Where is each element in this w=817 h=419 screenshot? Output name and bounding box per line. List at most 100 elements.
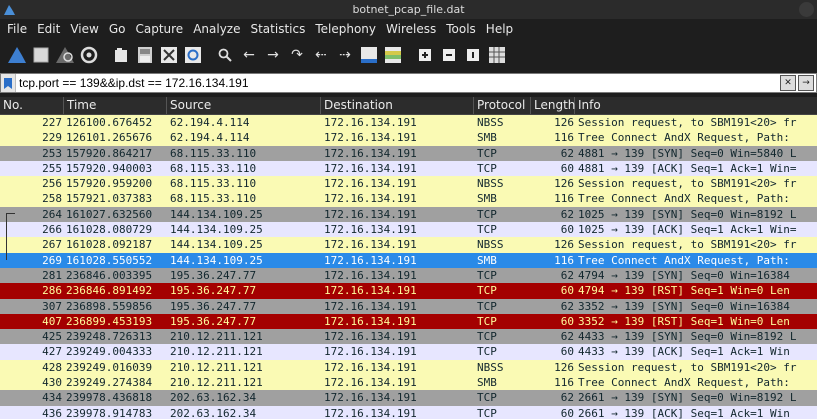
colorize-icon[interactable] xyxy=(382,44,404,66)
packet-proto-cell: TCP xyxy=(477,223,497,237)
packet-dst-cell: 172.16.134.191 xyxy=(324,391,417,405)
packet-dst-cell: 172.16.134.191 xyxy=(324,314,417,328)
packet-row[interactable]: 267 161028.092187 144.134.109.25 172.16.134… xyxy=(0,237,817,253)
packet-row[interactable]: 264 161027.632560 144.134.109.25 172.16.134… xyxy=(0,206,817,223)
close-file-icon[interactable] xyxy=(158,44,180,66)
packet-proto-cell: SMB xyxy=(477,376,497,390)
menu-analyze[interactable]: Analyze xyxy=(188,19,245,39)
zoom-out-icon[interactable] xyxy=(438,44,460,66)
menu-view[interactable]: View xyxy=(65,19,103,39)
packet-time-cell: 236846.003395 xyxy=(66,268,153,282)
packet-no-cell: 253 xyxy=(42,146,62,160)
packet-proto-cell: TCP xyxy=(477,391,497,405)
packet-dst-cell: 172.16.134.191 xyxy=(324,360,417,374)
packet-proto-cell: TCP xyxy=(477,406,497,419)
normal-size-icon[interactable] xyxy=(462,44,484,66)
packet-src-cell: 68.115.33.110 xyxy=(170,161,257,175)
go-back-icon[interactable]: ← xyxy=(238,44,260,66)
close-window-button[interactable] xyxy=(799,2,814,17)
packet-row[interactable]: 434 239978.436818 202.63.162.34 172.16.134.… xyxy=(0,390,817,406)
packet-src-cell: 195.36.247.77 xyxy=(170,299,257,313)
packet-row[interactable]: 407 236899.453193 195.36.247.77 172.16.134.… xyxy=(0,313,817,330)
stop-capture-icon[interactable] xyxy=(30,44,52,66)
go-forward-icon[interactable]: → xyxy=(262,44,284,66)
packet-row[interactable]: 286 236846.891492 195.36.247.77 172.16.134.… xyxy=(0,283,817,299)
packet-info-cell: 4794 → 139 [SYN] Seq=0 Win=16384 xyxy=(578,268,790,282)
packet-src-cell: 62.194.4.114 xyxy=(170,131,250,145)
packet-proto-cell: TCP xyxy=(477,161,497,175)
packet-time-cell: 161028.080729 xyxy=(66,223,153,237)
resize-columns-icon[interactable] xyxy=(486,44,508,66)
packet-info-cell: 4881 → 139 [SYN] Seq=0 Win=5840 L xyxy=(578,146,797,160)
packet-src-cell: 68.115.33.110 xyxy=(170,177,257,191)
menu-file[interactable]: File xyxy=(2,19,32,39)
menu-help[interactable]: Help xyxy=(481,19,518,39)
open-file-icon[interactable] xyxy=(110,44,132,66)
menu-edit[interactable]: Edit xyxy=(32,19,65,39)
start-capture-icon[interactable] xyxy=(6,44,28,66)
packet-time-cell: 161027.632560 xyxy=(66,207,153,221)
packet-row[interactable]: 256 157920.959200 68.115.33.110 172.16.134.… xyxy=(0,176,817,192)
zoom-in-icon[interactable] xyxy=(414,44,436,66)
column-header-time[interactable]: Time xyxy=(64,97,167,114)
packet-row[interactable]: 428 239249.016039 210.12.211.121 172.16.134… xyxy=(0,359,817,376)
column-header-length[interactable]: Length xyxy=(531,97,575,114)
packet-row[interactable]: 255 157920.940003 68.115.33.110 172.16.134.… xyxy=(0,160,817,177)
column-header-info[interactable]: Info xyxy=(575,97,817,114)
packet-row[interactable]: 269 161028.550552 144.134.109.25 172.16.134… xyxy=(0,252,817,268)
go-last-icon[interactable]: ⇢ xyxy=(334,44,356,66)
packet-row[interactable]: 436 239978.914783 202.63.162.34 172.16.134.… xyxy=(0,405,817,419)
reload-file-icon[interactable] xyxy=(182,44,204,66)
packet-row[interactable]: 425 239248.726313 210.12.211.121 172.16.134… xyxy=(0,329,817,345)
menu-tools[interactable]: Tools xyxy=(441,19,481,39)
column-header-destination[interactable]: Destination xyxy=(321,97,474,114)
packet-len-cell: 60 xyxy=(560,345,574,359)
go-first-icon[interactable]: ⇠ xyxy=(310,44,332,66)
packet-proto-cell: TCP xyxy=(477,345,497,359)
packet-proto-cell: TCP xyxy=(477,330,497,344)
packet-len-cell: 60 xyxy=(560,406,574,419)
auto-scroll-icon[interactable] xyxy=(358,44,380,66)
column-header-source[interactable]: Source xyxy=(167,97,321,114)
column-header-no[interactable]: No. xyxy=(0,97,64,114)
packet-src-cell: 195.36.247.77 xyxy=(170,268,257,282)
packet-proto-cell: NBSS xyxy=(477,177,504,191)
menu-capture[interactable]: Capture xyxy=(130,19,188,39)
column-header-protocol[interactable]: Protocol xyxy=(474,97,531,114)
packet-src-cell: 210.12.211.121 xyxy=(170,376,263,390)
packet-row[interactable]: 307 236898.559856 195.36.247.77 172.16.134.… xyxy=(0,298,817,314)
packet-dst-cell: 172.16.134.191 xyxy=(324,146,417,160)
save-file-icon[interactable] xyxy=(134,44,156,66)
go-to-packet-icon[interactable]: ↷ xyxy=(286,44,308,66)
packet-len-cell: 62 xyxy=(560,330,574,344)
find-packet-icon[interactable] xyxy=(214,44,236,66)
packet-time-cell: 236899.453193 xyxy=(66,314,153,328)
packet-row[interactable]: 258 157921.037383 68.115.33.110 172.16.134.… xyxy=(0,191,817,207)
packet-len-cell: 126 xyxy=(554,177,574,191)
packet-info-cell: 2661 → 139 [ACK] Seq=1 Ack=1 Win xyxy=(578,406,790,419)
packet-row[interactable]: 430 239249.274384 210.12.211.121 172.16.134… xyxy=(0,375,817,391)
packet-row[interactable]: 266 161028.080729 144.134.109.25 172.16.134… xyxy=(0,222,817,238)
menu-wireless[interactable]: Wireless xyxy=(381,19,441,39)
filter-bookmark-icon[interactable] xyxy=(1,74,16,92)
packet-row[interactable]: 253 157920.864217 68.115.33.110 172.16.134.… xyxy=(0,145,817,161)
packet-time-cell: 239249.274384 xyxy=(66,376,153,390)
clear-filter-icon[interactable]: ✕ xyxy=(780,75,796,91)
packet-row[interactable]: 281 236846.003395 195.36.247.77 172.16.134.… xyxy=(0,267,817,284)
capture-options-icon[interactable] xyxy=(78,44,100,66)
packet-row[interactable]: 227 126100.676452 62.194.4.114 172.16.134.1… xyxy=(0,115,817,131)
packet-no-cell: 428 xyxy=(42,360,62,374)
packet-src-cell: 195.36.247.77 xyxy=(170,284,257,298)
menu-statistics[interactable]: Statistics xyxy=(245,19,310,39)
apply-filter-icon[interactable]: → xyxy=(798,75,814,91)
menu-telephony[interactable]: Telephony xyxy=(310,19,381,39)
restart-capture-icon[interactable] xyxy=(54,44,76,66)
packet-row[interactable]: 229 126101.265676 62.194.4.114 172.16.134.1… xyxy=(0,130,817,146)
packet-row[interactable]: 427 239249.004333 210.12.211.121 172.16.134… xyxy=(0,344,817,360)
packet-src-cell: 210.12.211.121 xyxy=(170,360,263,374)
packet-no-cell: 425 xyxy=(42,330,62,344)
menu-go[interactable]: Go xyxy=(104,19,131,39)
window-title: botnet_pcap_file.dat xyxy=(352,3,465,16)
display-filter-input[interactable] xyxy=(16,74,780,92)
packet-dst-cell: 172.16.134.191 xyxy=(324,177,417,191)
